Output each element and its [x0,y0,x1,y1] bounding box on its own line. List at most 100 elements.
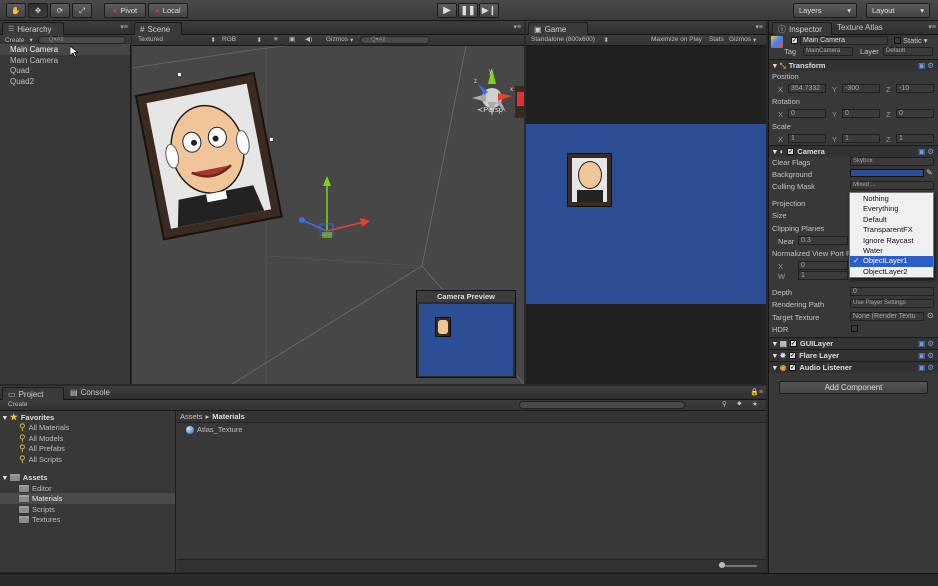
transform-component-header[interactable]: ▾ ⤡ Transform ▣ ⚙ [769,59,938,71]
shading-mode-dropdown[interactable]: Textured ⬍ [138,36,216,44]
stats-toggle[interactable]: Stats [709,36,724,43]
panel-menu-icon[interactable]: 🔒≡ [750,388,763,396]
static-toggle[interactable]: Static ▾ [894,36,928,45]
panel-menu-icon[interactable]: ▾≡ [755,23,763,31]
rotation-z-field[interactable]: 0 [896,109,934,118]
render-mode-dropdown[interactable]: RGB ⬍ [222,36,262,44]
move-tool-button[interactable]: ✥ [28,3,48,18]
tag-dropdown[interactable]: MainCamera [803,47,853,56]
folder-textures[interactable]: Textures [19,515,60,524]
panel-menu-icon[interactable]: ▾≡ [120,23,128,31]
viewport-x-field[interactable]: 0 [798,261,848,270]
play-button[interactable]: ▶ [437,3,457,18]
hdr-checkbox[interactable] [851,325,858,332]
static-checkbox[interactable] [894,37,901,44]
maximize-on-play-toggle[interactable]: Maximize on Play [651,36,702,43]
scale-y-field[interactable]: 1 [842,134,880,143]
background-color-swatch[interactable] [850,169,924,177]
create-dropdown[interactable]: Create [5,37,25,44]
flare-layer-component-header[interactable]: ▾ ✸ ✓ Flare Layer ▣ ⚙ [769,349,938,361]
option-nothing[interactable]: Nothing [850,194,933,204]
tab-scene[interactable]: # Scene [134,22,182,35]
help-settings-icons[interactable]: ▣ ⚙ [918,363,934,372]
rotation-y-field[interactable]: 0 [842,109,880,118]
gameobject-name-field[interactable]: Main Camera [800,36,888,45]
game-view-render[interactable] [526,124,766,304]
image-toggle-icon[interactable]: ▣ [289,35,295,43]
favorite-all-materials[interactable]: ⚲ All Materials [19,422,69,433]
option-water[interactable]: Water [850,246,933,256]
object-picker-icon[interactable]: ⊙ [927,311,934,320]
project-create-dropdown[interactable]: Create [8,401,28,408]
favorite-star-icon[interactable]: ★ [752,400,758,408]
scale-tool-button[interactable]: ⤢ [72,3,92,18]
position-z-field[interactable]: -10 [896,84,934,93]
panel-menu-icon[interactable]: ▾≡ [928,23,936,31]
audio-listener-component-header[interactable]: ▾ ◉ ✓ Audio Listener ▣ ⚙ [769,361,938,373]
guilayer-component-header[interactable]: ▾ ▤ ✓ GUILayer ▣ ⚙ [769,337,938,349]
help-settings-icons[interactable]: ▣ ⚙ [918,61,934,70]
audio-toggle-icon[interactable]: ◀) [305,35,312,43]
help-settings-icons[interactable]: ▣ ⚙ [918,351,934,360]
option-default[interactable]: Default [850,215,933,225]
tab-texture-atlas[interactable]: Texture Atlas [837,23,883,32]
breadcrumb-assets[interactable]: Assets [180,412,203,421]
near-field[interactable]: 0.3 [798,236,848,245]
filter-label-icon[interactable]: ⬥ [737,400,742,408]
assets-header[interactable]: ▾ Assets [3,473,47,482]
eyedropper-icon[interactable]: ✎ [926,168,933,177]
favorite-all-prefabs[interactable]: ⚲ All Prefabs [19,443,65,454]
option-objectlayer1[interactable]: ✓ ObjectLayer1 [850,256,933,267]
guilayer-enabled-checkbox[interactable]: ✓ [789,340,797,347]
filter-type-icon[interactable]: ⚲ [722,400,727,408]
zoom-slider-handle[interactable] [719,562,725,568]
perspective-label[interactable]: ≺Persp [477,105,503,114]
tab-game[interactable]: ▣ Game [528,22,588,35]
camera-component-header[interactable]: ▾ ◐ ✓ Camera ▣ ⚙ [769,145,938,157]
camera-enabled-checkbox[interactable]: ✓ [787,148,795,155]
add-component-button[interactable]: Add Component [779,381,928,394]
tab-hierarchy[interactable]: ☰ Hierarchy [2,22,64,35]
hierarchy-search-input[interactable]: Q▾All [37,36,126,44]
viewport-w-field[interactable]: 1 [798,271,848,280]
hierarchy-item-main-camera-2[interactable]: Main Camera [10,56,58,65]
lighting-toggle-icon[interactable]: ☀ [273,35,279,43]
rotation-x-field[interactable]: 0 [788,109,826,118]
hand-tool-button[interactable]: ✋ [6,3,26,18]
pause-button[interactable]: ❚❚ [458,3,478,18]
hierarchy-item-main-camera-1[interactable]: Main Camera [10,45,58,54]
position-y-field[interactable]: -300 [842,84,880,93]
flare-enabled-checkbox[interactable]: ✓ [789,352,797,359]
breadcrumb-materials[interactable]: Materials [212,412,245,421]
favorite-all-models[interactable]: ⚲ All Models [19,433,63,444]
option-everything[interactable]: Everything [850,204,933,214]
favorite-all-scripts[interactable]: ⚲ All Scripts [19,454,62,465]
folder-materials[interactable]: Materials [19,494,62,503]
tab-console[interactable]: ▤ Console [70,388,110,397]
folder-editor[interactable]: Editor [19,484,52,493]
local-toggle-button[interactable]: ● Local [148,3,188,18]
target-texture-field[interactable]: None (Render Textu [850,312,924,321]
asset-atlas-texture[interactable]: Atlas_Texture [186,425,242,434]
gizmos-dropdown[interactable]: Gizmos ▾ [326,36,353,44]
hierarchy-item-quad2[interactable]: Quad2 [10,77,34,86]
help-settings-icons[interactable]: ▣ ⚙ [918,339,934,348]
scene-search-input[interactable]: Q▾All [360,36,430,44]
culling-mask-dropdown[interactable]: Mixed ... [850,181,934,190]
project-search-input[interactable] [519,401,685,409]
pivot-toggle-button[interactable]: ● Pivot [104,3,146,18]
layer-dropdown[interactable]: Default [883,47,933,56]
aspect-dropdown[interactable]: Standalone (800x600) ⬍ [531,36,609,44]
depth-field[interactable]: 0 [850,287,934,296]
game-gizmos-dropdown[interactable]: Gizmos ▾ [729,36,756,44]
tab-inspector[interactable]: ⓘ Inspector [772,22,832,35]
option-transparentfx[interactable]: TransparentFX [850,225,933,235]
option-ignore-raycast[interactable]: Ignore Raycast [850,236,933,246]
clear-flags-dropdown[interactable]: Skybox [850,157,934,166]
audio-listener-enabled-checkbox[interactable]: ✓ [789,364,797,371]
hierarchy-item-quad[interactable]: Quad [10,66,30,75]
position-x-field[interactable]: 354.7332 [788,84,826,93]
layers-dropdown[interactable]: Layers ▾ [793,3,857,18]
scale-x-field[interactable]: 1 [788,134,826,143]
option-objectlayer2[interactable]: ObjectLayer2 [850,267,933,277]
